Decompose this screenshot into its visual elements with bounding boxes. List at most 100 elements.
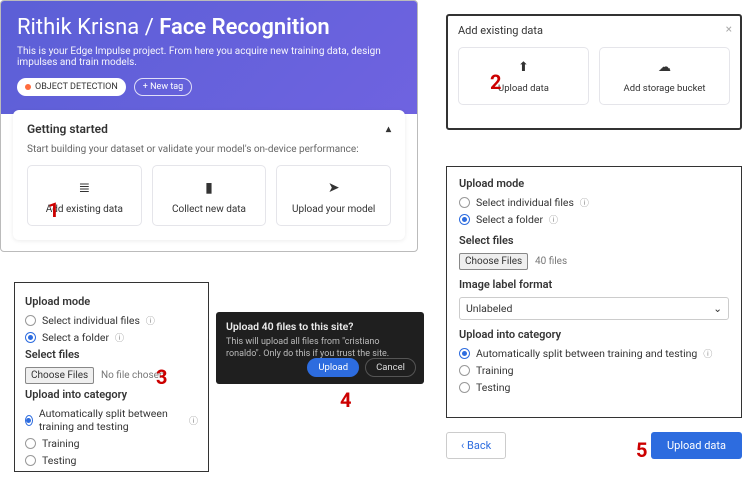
radio-label: Automatically split between training and… [476,347,697,360]
owner-name: Rithik Krisna [17,15,139,40]
project-header-card: Rithik Krisna / Face Recognition This is… [0,0,418,252]
radio-label: Select a folder [42,331,109,344]
radio-label: Select individual files [476,196,574,209]
radio-label: Training [476,364,514,377]
upload-form-initial: Upload mode Select individual files ⓘ Se… [14,282,209,472]
upload-data-button[interactable]: Upload data [651,432,742,459]
tile-add-existing-data[interactable]: ≣ Add existing data [27,165,142,226]
upload-form-filled: Upload mode Select individual files ⓘ Se… [446,166,742,418]
badge-label: OBJECT DETECTION [35,82,118,92]
step-marker-2: 2 [490,70,501,94]
radio-label: Select individual files [42,314,140,327]
project-subtitle: This is your Edge Impulse project. From … [17,46,401,68]
radio-icon [25,315,36,326]
radio-select-folder[interactable]: Select a folder ⓘ [459,213,729,226]
radio-testing[interactable]: Testing [25,454,198,467]
help-icon[interactable]: ⓘ [146,314,155,327]
tile-add-storage-bucket[interactable]: ☁ Add storage bucket [599,47,730,105]
radio-training[interactable]: Training [459,364,729,377]
card-header[interactable]: Getting started ▴ [27,122,391,136]
tile-label: Collect new data [159,204,260,215]
upload-mode-header: Upload mode [459,177,729,190]
radio-label: Automatically split between training and… [39,407,183,433]
select-files-header: Select files [25,348,198,361]
file-input-row: Choose Files No file chosen [25,367,198,384]
choose-files-button[interactable]: Choose Files [459,253,528,270]
help-icon[interactable]: ⓘ [703,347,712,360]
help-icon[interactable]: ⓘ [549,213,558,226]
radio-icon [25,455,36,466]
radio-auto-split[interactable]: Automatically split between training and… [25,407,198,433]
step-marker-3: 3 [156,365,167,389]
help-icon[interactable]: ⓘ [580,196,589,209]
radio-icon [25,332,36,343]
cloud-icon: ☁ [604,60,725,75]
title-separator: / [145,15,154,40]
tile-collect-new-data[interactable]: ▮ Collect new data [152,165,267,226]
project-name: Face Recognition [159,15,329,40]
label-format-select[interactable]: Unlabeled ⌄ [459,297,729,320]
radio-individual-files[interactable]: Select individual files ⓘ [25,314,198,327]
tag-row: OBJECT DETECTION + New tag [17,78,401,96]
choose-files-button[interactable]: Choose Files [25,367,94,384]
radio-training[interactable]: Training [25,437,198,450]
tile-upload-data[interactable]: ⬆ Upload data [458,47,589,105]
radio-auto-split[interactable]: Automatically split between training and… [459,347,729,360]
upload-model-icon: ➤ [283,180,384,196]
radio-label: Select a folder [476,213,543,226]
radio-label: Testing [476,381,510,394]
browser-upload-confirm: Upload 40 files to this site? This will … [216,312,424,384]
file-hint: 40 files [535,256,567,267]
tile-row: ≣ Add existing data ▮ Collect new data ➤… [27,165,391,226]
step-marker-1: 1 [48,198,59,222]
upload-form-footer: ‹ Back Upload data [446,432,742,459]
tile-upload-model[interactable]: ➤ Upload your model [276,165,391,226]
upload-mode-header: Upload mode [25,295,198,308]
getting-started-card: Getting started ▴ Start building your da… [13,110,405,240]
select-files-header: Select files [459,234,729,247]
confirm-body: This will upload all files from "cristia… [226,337,414,360]
radio-icon [459,365,470,376]
confirm-title: Upload 40 files to this site? [226,320,414,333]
radio-testing[interactable]: Testing [459,381,729,394]
badge-dot-icon [25,84,31,90]
category-header: Upload into category [459,328,729,341]
card-subtitle: Start building your dataset or validate … [27,144,391,155]
hero: Rithik Krisna / Face Recognition This is… [1,1,417,114]
radio-label: Training [42,437,80,450]
radio-select-folder[interactable]: Select a folder ⓘ [25,331,198,344]
radio-icon [459,348,470,359]
new-tag-label: + New tag [143,82,183,92]
step-marker-5: 5 [636,438,647,462]
project-title: Rithik Krisna / Face Recognition [17,15,401,40]
new-tag-button[interactable]: + New tag [134,78,192,96]
chevron-down-icon: ⌄ [713,302,722,315]
radio-individual-files[interactable]: Select individual files ⓘ [459,196,729,209]
confirm-buttons: Upload Cancel [307,358,416,377]
radio-icon [25,415,33,426]
back-button[interactable]: ‹ Back [446,432,506,459]
tile-label: Add storage bucket [604,83,725,94]
tile-label: Upload data [463,83,584,94]
label-format-header: Image label format [459,278,729,291]
help-icon[interactable]: ⓘ [189,414,198,427]
file-input-row: Choose Files 40 files [459,253,729,270]
upload-button[interactable]: Upload [307,358,359,377]
chevron-up-icon: ▴ [386,124,391,135]
close-icon[interactable]: × [726,22,732,36]
radio-icon [459,382,470,393]
radio-icon [459,197,470,208]
object-detection-badge[interactable]: OBJECT DETECTION [17,78,126,96]
radio-label: Testing [42,454,76,467]
upload-icon: ⬆ [463,60,584,75]
tile-label: Upload your model [283,204,384,215]
help-icon[interactable]: ⓘ [115,331,124,344]
select-value: Unlabeled [466,302,512,315]
cancel-button[interactable]: Cancel [365,358,416,377]
category-header: Upload into category [25,388,198,401]
modal-title: Add existing data [458,24,730,37]
step-marker-4: 4 [340,388,351,412]
card-title: Getting started [27,122,108,136]
file-hint: No file chosen [101,370,165,381]
database-icon: ≣ [34,180,135,196]
